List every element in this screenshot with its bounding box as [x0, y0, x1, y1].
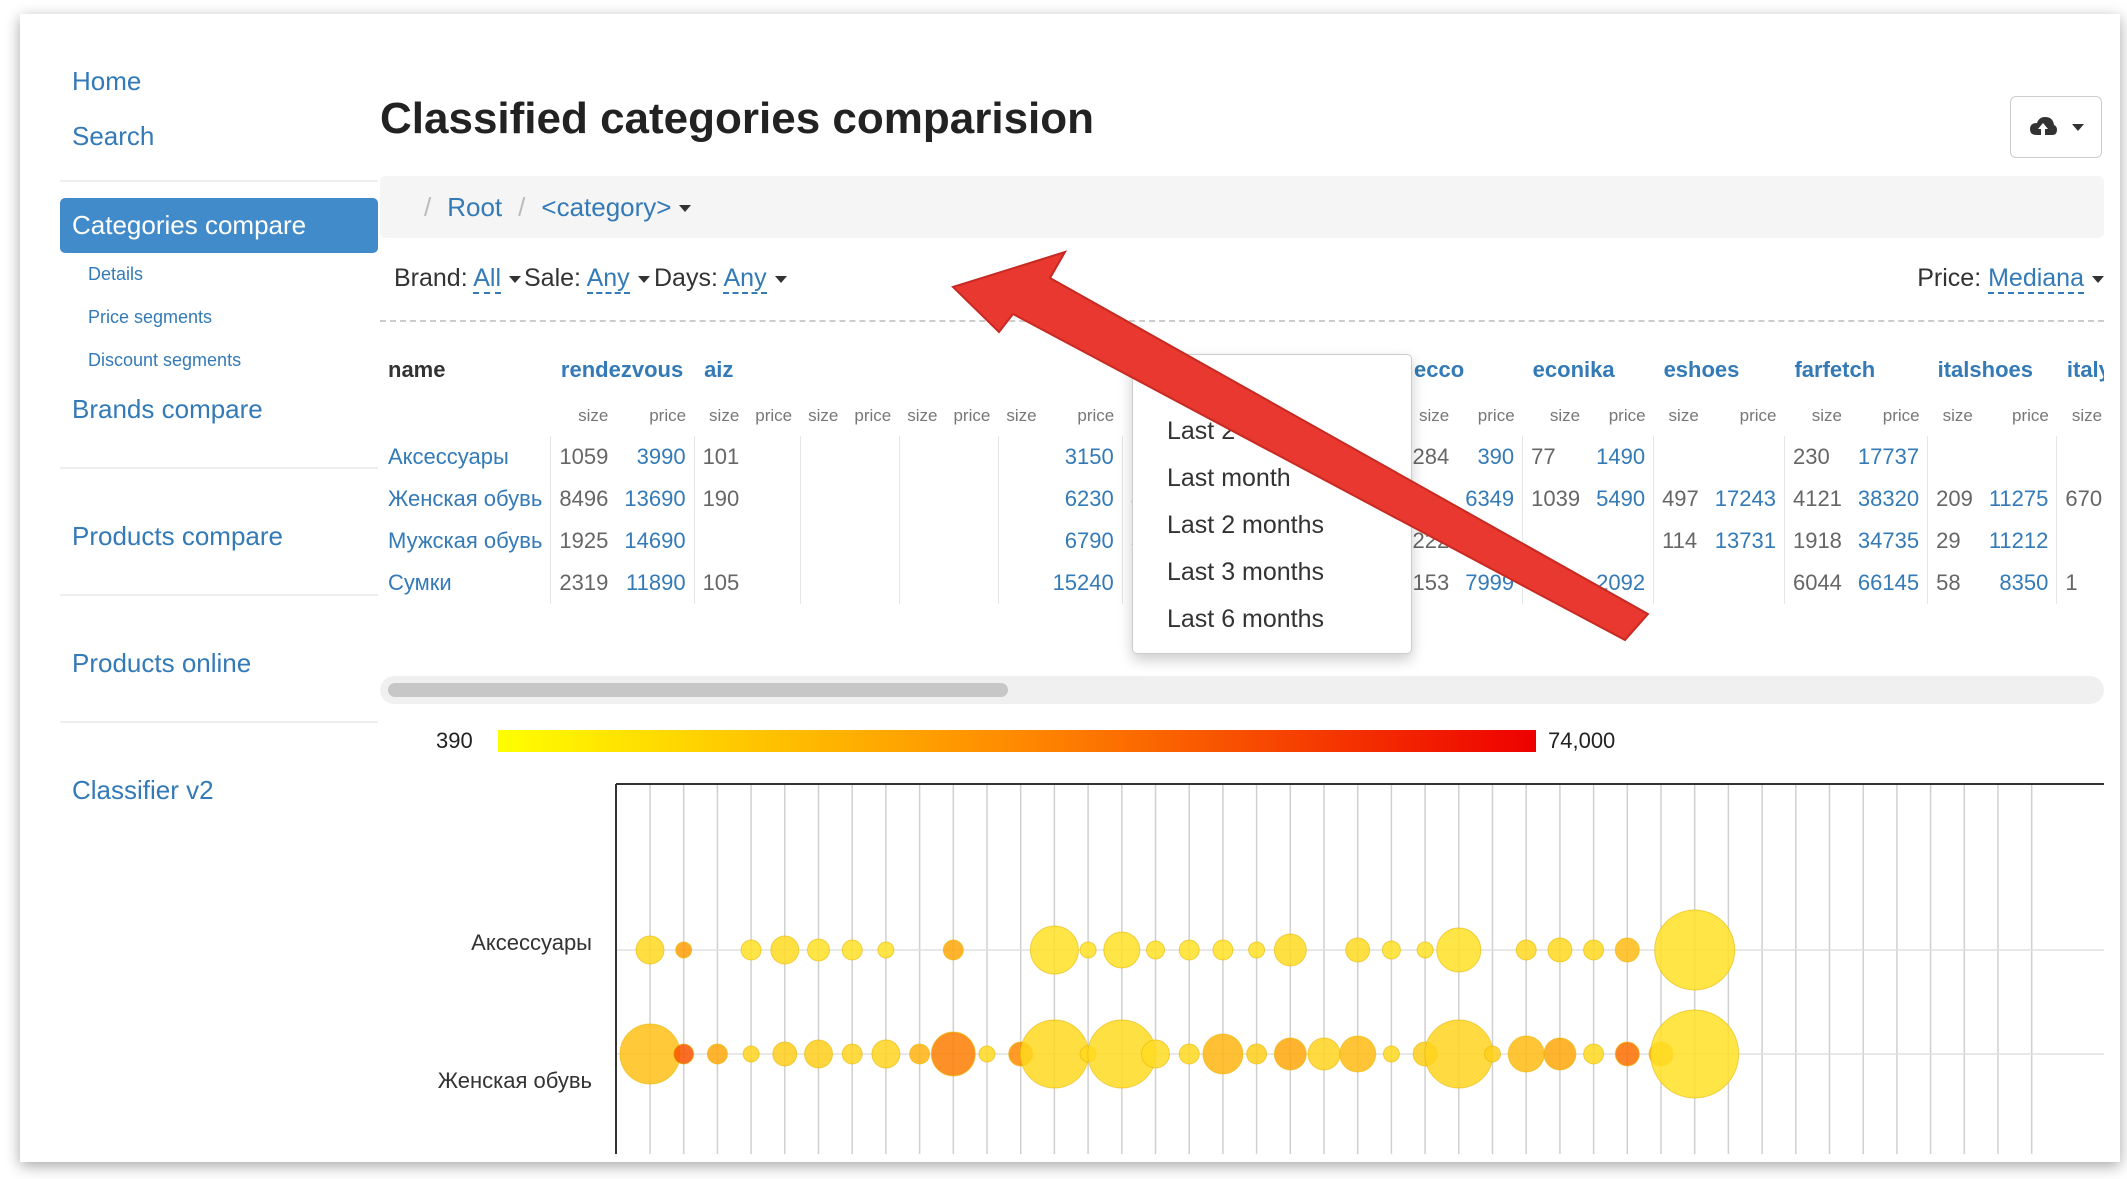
bubble-point[interactable]	[1146, 940, 1165, 960]
bubble-point[interactable]	[1381, 940, 1401, 960]
bubble-point[interactable]	[740, 939, 762, 961]
days-dropdown-menu: --- Last 2 weeks Last month Last 2 month…	[1132, 354, 1412, 654]
main-content: Classified categories comparision / Root…	[380, 54, 2120, 1154]
bubble-point[interactable]	[1614, 1041, 1640, 1067]
bubble-point[interactable]	[1614, 937, 1640, 963]
days-option-2-weeks[interactable]: Last 2 weeks	[1133, 408, 1411, 455]
bubble-point[interactable]	[1436, 927, 1482, 973]
color-legend-bar	[498, 730, 1536, 752]
bubble-point[interactable]	[871, 1039, 901, 1069]
bubble-point[interactable]	[942, 939, 964, 961]
bubble-point[interactable]	[635, 935, 665, 965]
bubble-point[interactable]	[1248, 941, 1266, 959]
chart-grid	[616, 784, 2104, 1154]
days-option-month[interactable]: Last month	[1133, 455, 1411, 502]
bubble-point[interactable]	[1583, 1043, 1605, 1065]
bubble-point[interactable]	[1029, 925, 1079, 975]
bubble-point[interactable]	[1547, 937, 1573, 963]
bubble-point[interactable]	[675, 941, 693, 959]
bubble-point[interactable]	[909, 1043, 931, 1065]
bubble-point[interactable]	[1019, 1019, 1089, 1089]
nav-details[interactable]: Details	[60, 253, 378, 296]
days-option-3-months[interactable]: Last 3 months	[1133, 549, 1411, 596]
legend-min-label: 390	[436, 728, 473, 753]
bubble-point[interactable]	[1212, 939, 1234, 961]
legend-max-label: 74,000	[1548, 728, 1615, 753]
sidebar: Home Search Categories compare Details P…	[60, 54, 378, 818]
bubble-point[interactable]	[930, 1031, 976, 1077]
bubble-point[interactable]	[1307, 1037, 1341, 1071]
nav-products-compare[interactable]: Products compare	[60, 509, 378, 564]
bubble-point[interactable]	[1583, 939, 1605, 961]
bubble-point[interactable]	[619, 1023, 681, 1085]
bubble-point[interactable]	[1345, 937, 1371, 963]
bubble-point[interactable]	[1339, 1035, 1377, 1073]
bubble-point[interactable]	[1543, 1037, 1577, 1071]
divider	[60, 180, 378, 182]
y-label-accessories: Аксессуары	[471, 930, 592, 955]
y-label-womens-shoes: Женская обувь	[438, 1068, 592, 1093]
bubble-point[interactable]	[1515, 939, 1537, 961]
nav-brands-compare[interactable]: Brands compare	[60, 382, 378, 437]
bubble-point[interactable]	[1246, 1043, 1268, 1065]
bubble-point[interactable]	[673, 1043, 695, 1065]
bubble-layer	[619, 909, 1740, 1099]
bubble-point[interactable]	[1202, 1033, 1244, 1075]
bubble-point[interactable]	[772, 1041, 798, 1067]
nav-categories-compare[interactable]: Categories compare	[60, 198, 378, 253]
days-option-none[interactable]: ---	[1133, 361, 1411, 408]
nav-classifier-v2[interactable]: Classifier v2	[60, 763, 378, 818]
days-option-2-months[interactable]: Last 2 months	[1133, 502, 1411, 549]
bubble-point[interactable]	[1507, 1035, 1545, 1073]
bubble-point[interactable]	[804, 1039, 833, 1069]
divider	[60, 721, 378, 723]
bubble-point[interactable]	[742, 1045, 760, 1063]
bubble-point[interactable]	[770, 935, 800, 965]
days-option-6-months[interactable]: Last 6 months	[1133, 596, 1411, 643]
bubble-point[interactable]	[1654, 909, 1736, 991]
divider	[60, 594, 378, 596]
nav-search[interactable]: Search	[60, 109, 378, 164]
bubble-point[interactable]	[841, 1043, 863, 1065]
bubble-point[interactable]	[978, 1045, 996, 1063]
bubble-point[interactable]	[706, 1043, 728, 1065]
nav-home[interactable]: Home	[60, 54, 378, 109]
bubble-point[interactable]	[1416, 941, 1434, 959]
bubble-point[interactable]	[807, 938, 830, 962]
bubble-point[interactable]	[1382, 1045, 1400, 1063]
divider	[60, 467, 378, 469]
bubble-point[interactable]	[841, 939, 863, 961]
bubble-point[interactable]	[877, 941, 895, 959]
bubble-point[interactable]	[1273, 933, 1307, 967]
app-window: Home Search Categories compare Details P…	[20, 14, 2120, 1162]
bubble-point[interactable]	[1424, 1019, 1494, 1089]
nav-discount-segments[interactable]: Discount segments	[60, 339, 378, 382]
nav-price-segments[interactable]: Price segments	[60, 296, 378, 339]
bubble-point[interactable]	[1079, 941, 1097, 959]
bubble-point[interactable]	[1178, 1043, 1200, 1065]
nav-products-online[interactable]: Products online	[60, 636, 378, 691]
bubble-point[interactable]	[1178, 939, 1200, 961]
bubble-point[interactable]	[1141, 1039, 1170, 1069]
bubble-point[interactable]	[1650, 1009, 1740, 1099]
bubble-point[interactable]	[1273, 1037, 1307, 1071]
bubble-point[interactable]	[1103, 931, 1141, 969]
bubble-point[interactable]	[1484, 1045, 1501, 1063]
